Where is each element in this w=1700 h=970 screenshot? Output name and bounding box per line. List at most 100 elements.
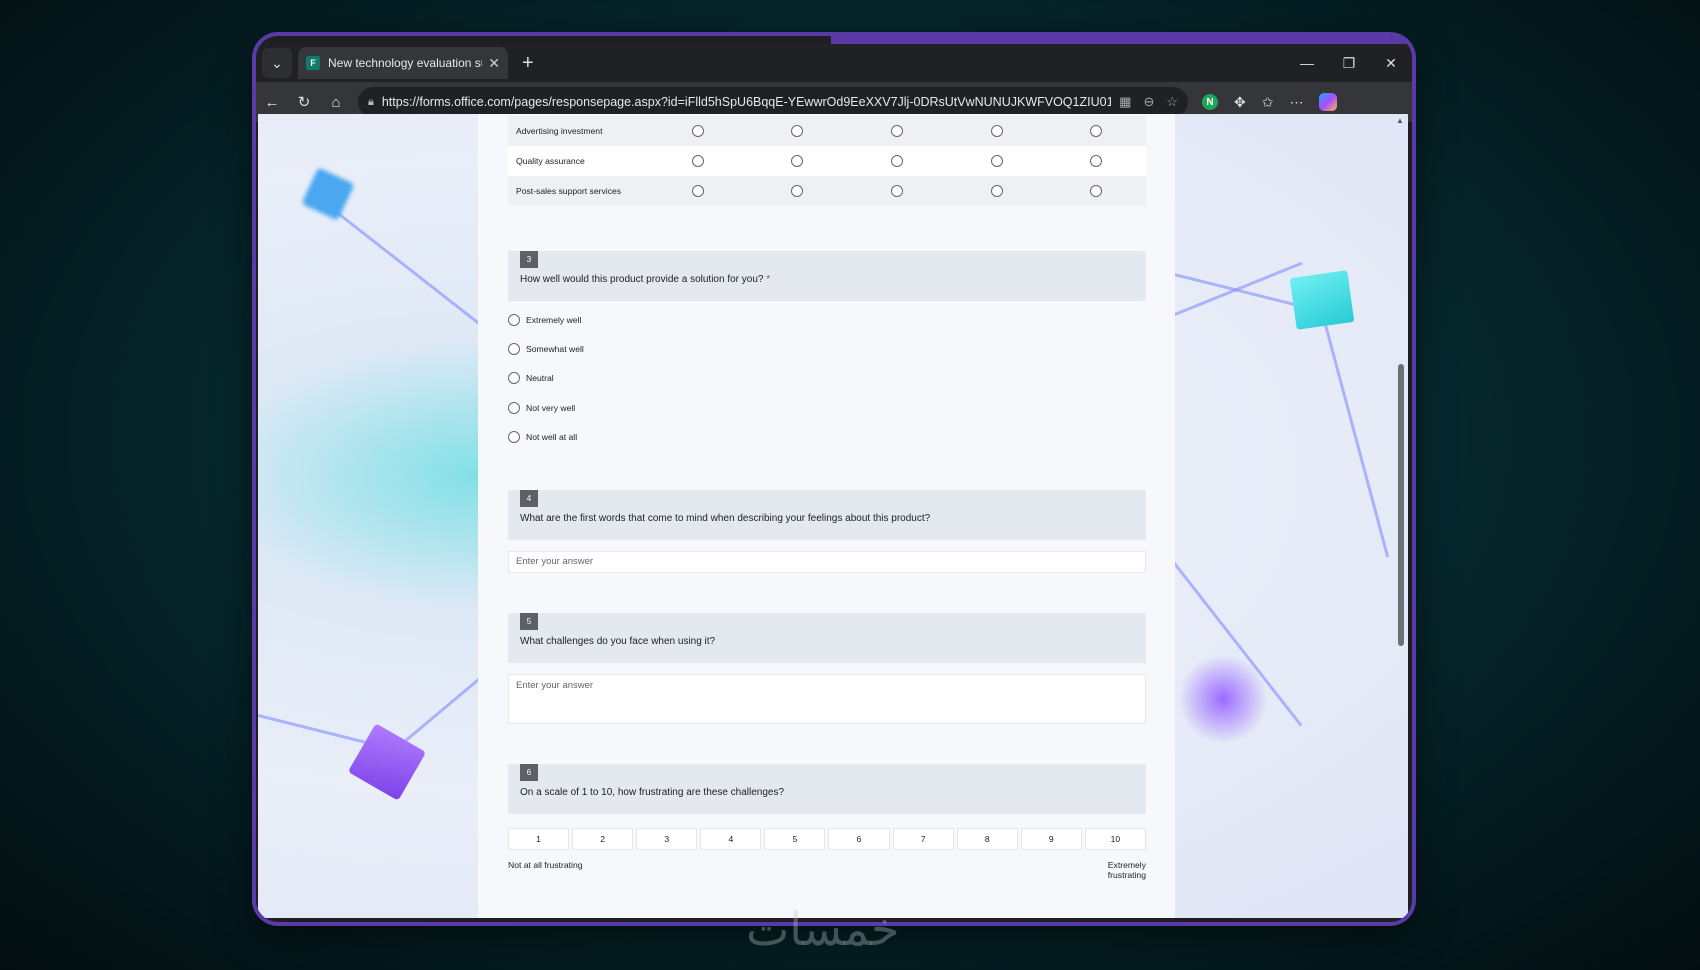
scale-option-5[interactable]: 5 <box>764 828 826 850</box>
zoom-icon[interactable]: ⊖ <box>1143 94 1154 110</box>
new-tab-plus-icon[interactable]: + <box>522 52 534 75</box>
option-label: Somewhat well <box>526 344 584 354</box>
likert-radio[interactable] <box>990 125 1003 137</box>
likert-radio[interactable] <box>1090 185 1103 197</box>
tab-actions-chevron-icon[interactable]: ⌄ <box>262 48 292 78</box>
scale-option-2[interactable]: 2 <box>572 828 634 850</box>
reading-view-icon[interactable]: ▦ <box>1119 94 1131 110</box>
decor-cube-cyan <box>1289 270 1355 330</box>
scrollbar-thumb[interactable] <box>1398 364 1404 646</box>
watermark-logo: خمسات <box>746 902 900 956</box>
likert-radio[interactable] <box>890 155 903 167</box>
restore-icon[interactable]: ❐ <box>1328 55 1370 72</box>
back-arrow-icon[interactable]: ← <box>256 94 288 111</box>
question-number: 5 <box>520 613 538 630</box>
radio-button[interactable] <box>508 431 520 443</box>
likert-row-label: Post-sales support services <box>516 186 622 196</box>
favorites-icon[interactable]: ✩ <box>1262 94 1274 111</box>
question-6-header: 6 On a scale of 1 to 10, how frustrating… <box>508 764 1146 814</box>
option-not-very-well[interactable]: Not very well <box>508 402 575 414</box>
more-menu-icon[interactable]: ⋯ <box>1289 94 1303 111</box>
likert-radio[interactable] <box>990 155 1003 167</box>
decor-line <box>1321 315 1390 558</box>
likert-radio[interactable] <box>691 125 704 137</box>
scale-option-8[interactable]: 8 <box>956 828 1018 850</box>
home-icon[interactable]: ⌂ <box>320 94 352 111</box>
question-5-answer-input[interactable]: Enter your answer <box>508 674 1146 724</box>
likert-radio[interactable] <box>990 185 1003 197</box>
frame-accent <box>831 36 1412 44</box>
lock-icon[interactable]: 🔒︎ <box>368 96 374 109</box>
likert-radio[interactable] <box>691 155 704 167</box>
question-5-text: What challenges do you face when using i… <box>520 636 716 647</box>
rating-scale: 1 2 3 4 5 6 7 8 9 10 <box>508 828 1146 850</box>
decor-glow <box>1178 654 1268 744</box>
extensions-puzzle-icon[interactable]: ✥ <box>1234 94 1246 111</box>
scale-option-6[interactable]: 6 <box>828 828 890 850</box>
window-controls: — ❐ ✕ <box>1286 55 1412 72</box>
likert-row-label: Quality assurance <box>516 156 585 166</box>
likert-radio[interactable] <box>890 185 903 197</box>
question-5-header: 5 What challenges do you face when using… <box>508 613 1146 663</box>
tab-title: New technology evaluation survey <box>328 56 482 70</box>
radio-button[interactable] <box>508 402 520 414</box>
vertical-scrollbar[interactable]: ▲ <box>1396 114 1406 918</box>
decor-cube-blue <box>301 167 355 221</box>
favorite-star-icon[interactable]: ☆ <box>1166 94 1178 110</box>
option-not-well-at-all[interactable]: Not well at all <box>508 431 577 443</box>
question-4-header: 4 What are the first words that come to … <box>508 490 1146 540</box>
tab-forms[interactable]: F New technology evaluation survey ✕ <box>298 47 508 79</box>
question-4-text: What are the first words that come to mi… <box>520 513 931 524</box>
close-window-icon[interactable]: ✕ <box>1370 55 1412 72</box>
refresh-icon[interactable]: ↻ <box>288 93 320 111</box>
likert-row: Quality assurance <box>508 146 1146 176</box>
copilot-icon[interactable] <box>1319 93 1338 111</box>
address-bar[interactable]: 🔒︎ https://forms.office.com/pages/respon… <box>358 87 1188 117</box>
decor-line <box>258 714 366 744</box>
question-number: 4 <box>520 490 538 507</box>
decor-line <box>327 204 487 330</box>
likert-radio[interactable] <box>691 185 704 197</box>
scale-option-4[interactable]: 4 <box>700 828 762 850</box>
tab-bar: ⌄ F New technology evaluation survey ✕ +… <box>256 44 1412 82</box>
option-somewhat-well[interactable]: Somewhat well <box>508 343 584 355</box>
likert-radio[interactable] <box>890 125 903 137</box>
likert-row: Post-sales support services <box>508 176 1146 206</box>
minimize-icon[interactable]: — <box>1286 55 1328 72</box>
question-6-text: On a scale of 1 to 10, how frustrating a… <box>520 787 785 798</box>
option-extremely-well[interactable]: Extremely well <box>508 314 581 326</box>
radio-button[interactable] <box>508 314 520 326</box>
scale-min-label: Not at all frustrating <box>508 860 583 870</box>
option-label: Not well at all <box>526 432 578 442</box>
scale-max-label: Extremely frustrating <box>1107 860 1146 880</box>
likert-row-label: Advertising investment <box>516 126 603 136</box>
required-mark: * <box>766 274 771 285</box>
option-label: Extremely well <box>526 315 582 325</box>
option-neutral[interactable]: Neutral <box>508 372 554 384</box>
scroll-up-arrow-icon[interactable]: ▲ <box>1396 116 1404 125</box>
close-tab-icon[interactable]: ✕ <box>488 55 500 72</box>
scale-option-1[interactable]: 1 <box>508 828 570 850</box>
radio-button[interactable] <box>508 343 520 355</box>
likert-radio[interactable] <box>1090 125 1103 137</box>
scale-option-9[interactable]: 9 <box>1020 828 1082 850</box>
forms-favicon-icon: F <box>306 56 320 70</box>
likert-radio[interactable] <box>791 185 804 197</box>
scale-option-10[interactable]: 10 <box>1084 828 1146 850</box>
radio-button[interactable] <box>508 372 520 384</box>
form-card: Advertising investment Quality assurance <box>478 114 1175 918</box>
option-label: Not very well <box>526 403 576 413</box>
page-viewport: Advertising investment Quality assurance <box>258 114 1408 918</box>
question-number: 6 <box>520 764 538 781</box>
likert-radio[interactable] <box>791 155 804 167</box>
likert-radio[interactable] <box>791 125 804 137</box>
browser-window: ⌄ F New technology evaluation survey ✕ +… <box>256 36 1412 922</box>
scale-option-7[interactable]: 7 <box>892 828 954 850</box>
option-label: Neutral <box>526 373 554 383</box>
url-text[interactable]: https://forms.office.com/pages/responsep… <box>382 95 1111 109</box>
question-4-answer-input[interactable]: Enter your answer <box>508 551 1146 573</box>
extension-n-icon[interactable]: N <box>1202 94 1218 110</box>
scale-option-3[interactable]: 3 <box>636 828 698 850</box>
question-3-header: 3 How well would this product provide a … <box>508 251 1146 301</box>
likert-radio[interactable] <box>1090 155 1103 167</box>
